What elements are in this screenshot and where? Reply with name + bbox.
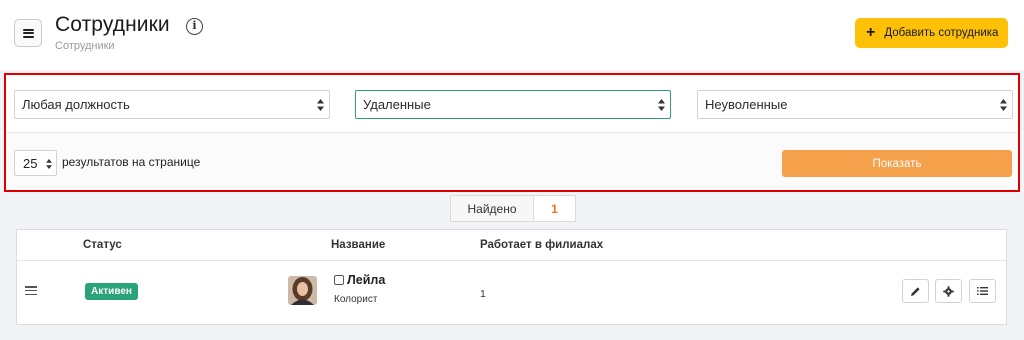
drag-handle-icon[interactable] bbox=[25, 286, 37, 295]
employee-name[interactable]: Лейла bbox=[347, 273, 385, 287]
info-icon[interactable]: i bbox=[186, 18, 203, 35]
found-label: Найдено bbox=[450, 195, 534, 222]
found-counter: Найдено 1 bbox=[450, 195, 576, 222]
per-page-label: результатов на странице bbox=[62, 155, 201, 169]
branches-count: 1 bbox=[480, 288, 486, 300]
gear-icon bbox=[943, 285, 954, 297]
deleted-filter-value: Удаленные bbox=[363, 97, 431, 112]
column-header-name[interactable]: Название bbox=[331, 239, 385, 251]
employees-table: Статус Название Работает в филиалах Акти… bbox=[16, 229, 1007, 325]
external-link-icon[interactable] bbox=[334, 275, 344, 285]
settings-button[interactable] bbox=[935, 279, 962, 303]
table-header-divider bbox=[17, 260, 1006, 261]
add-employee-label: Добавить сотрудника bbox=[884, 27, 999, 39]
show-button[interactable]: Показать bbox=[782, 150, 1012, 177]
edit-button[interactable] bbox=[902, 279, 929, 303]
employee-role: Колорист bbox=[334, 294, 378, 305]
page-title: Сотрудники bbox=[55, 13, 170, 36]
per-page-value: 25 bbox=[23, 155, 38, 171]
deleted-filter-select[interactable]: Удаленные bbox=[355, 90, 671, 119]
pencil-icon bbox=[911, 286, 920, 296]
position-select-value: Любая должность bbox=[22, 97, 130, 112]
dismissed-filter-select[interactable]: Неуволенные bbox=[697, 90, 1013, 119]
menu-icon bbox=[22, 28, 34, 38]
column-header-status[interactable]: Статус bbox=[83, 239, 122, 251]
filter-panel: Любая должность Удаленные Неуволенные 25… bbox=[4, 73, 1020, 192]
avatar bbox=[288, 276, 317, 305]
menu-toggle-button[interactable] bbox=[14, 19, 42, 47]
add-employee-button[interactable]: + Добавить сотрудника bbox=[855, 18, 1008, 48]
position-select[interactable]: Любая должность bbox=[14, 90, 330, 119]
breadcrumb[interactable]: Сотрудники bbox=[55, 40, 115, 52]
column-header-branches[interactable]: Работает в филиалах bbox=[480, 239, 603, 251]
status-badge: Активен bbox=[85, 283, 138, 300]
list-icon bbox=[977, 287, 988, 295]
page-header: Сотрудники i Сотрудники + Добавить сотру… bbox=[0, 0, 1024, 70]
found-count: 1 bbox=[534, 195, 576, 222]
filter-divider bbox=[6, 132, 1018, 133]
select-arrows-icon bbox=[658, 99, 665, 111]
select-arrows-icon bbox=[46, 159, 52, 169]
select-arrows-icon bbox=[1000, 99, 1007, 111]
per-page-select[interactable]: 25 bbox=[14, 150, 57, 176]
plus-icon: + bbox=[866, 24, 876, 41]
details-list-button[interactable] bbox=[969, 279, 996, 303]
select-arrows-icon bbox=[317, 99, 324, 111]
dismissed-filter-value: Неуволенные bbox=[705, 97, 788, 112]
